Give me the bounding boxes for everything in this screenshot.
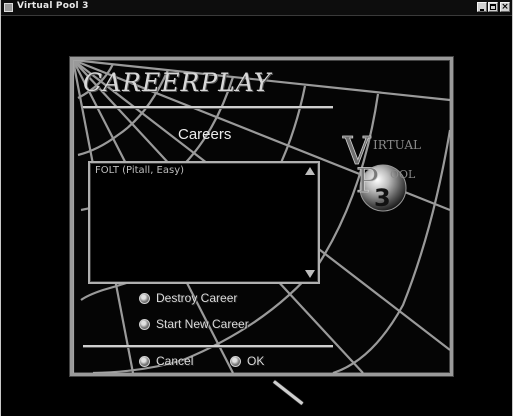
window-title: Virtual Pool 3 bbox=[17, 1, 89, 11]
app-icon[interactable] bbox=[4, 3, 13, 12]
close-icon: × bbox=[501, 2, 509, 12]
scroll-up-arrow[interactable] bbox=[305, 167, 315, 175]
radio-icon[interactable] bbox=[230, 355, 241, 367]
radio-icon[interactable] bbox=[139, 292, 150, 304]
svg-text:IRTUAL: IRTUAL bbox=[373, 138, 421, 152]
careerplay-logo: CAREERPLAY bbox=[83, 68, 272, 97]
cancel-label: Cancel bbox=[156, 354, 194, 368]
careers-heading: Careers bbox=[178, 126, 232, 143]
scroll-down-arrow[interactable] bbox=[305, 270, 315, 278]
maximize-button[interactable] bbox=[488, 2, 498, 12]
virtual-pool-3-logo: V IRTUAL P OOL 3 bbox=[342, 129, 421, 212]
maximize-icon bbox=[490, 4, 496, 10]
start-new-career-label: Start New Career bbox=[156, 317, 249, 331]
svg-text:3: 3 bbox=[374, 184, 391, 212]
start-new-career-option[interactable]: Start New Career bbox=[139, 317, 249, 331]
game-window: Virtual Pool 3 × CAREERPLAY Careers FOLT… bbox=[0, 0, 513, 416]
careerplay-panel: CAREERPLAY Careers FOLT (Pitall, Easy) V… bbox=[70, 57, 453, 376]
cancel-button[interactable]: Cancel bbox=[139, 354, 193, 368]
destroy-career-label: Destroy Career bbox=[156, 291, 238, 305]
title-bar[interactable]: Virtual Pool 3 × bbox=[1, 0, 512, 16]
ok-button[interactable]: OK bbox=[230, 354, 264, 368]
pointer-cursor-icon bbox=[273, 380, 304, 405]
careers-list[interactable]: FOLT (Pitall, Easy) bbox=[88, 161, 320, 284]
radio-icon[interactable] bbox=[139, 355, 150, 367]
close-button[interactable]: × bbox=[500, 2, 510, 12]
buttons-divider bbox=[83, 345, 333, 347]
list-item[interactable]: FOLT (Pitall, Easy) bbox=[95, 165, 184, 176]
ok-label: OK bbox=[247, 354, 265, 368]
destroy-career-option[interactable]: Destroy Career bbox=[139, 291, 237, 305]
minimize-button[interactable] bbox=[477, 2, 487, 12]
svg-text:OOL: OOL bbox=[390, 168, 416, 181]
radio-icon[interactable] bbox=[139, 318, 150, 330]
minimize-icon bbox=[480, 9, 484, 11]
logo-divider bbox=[83, 106, 333, 108]
